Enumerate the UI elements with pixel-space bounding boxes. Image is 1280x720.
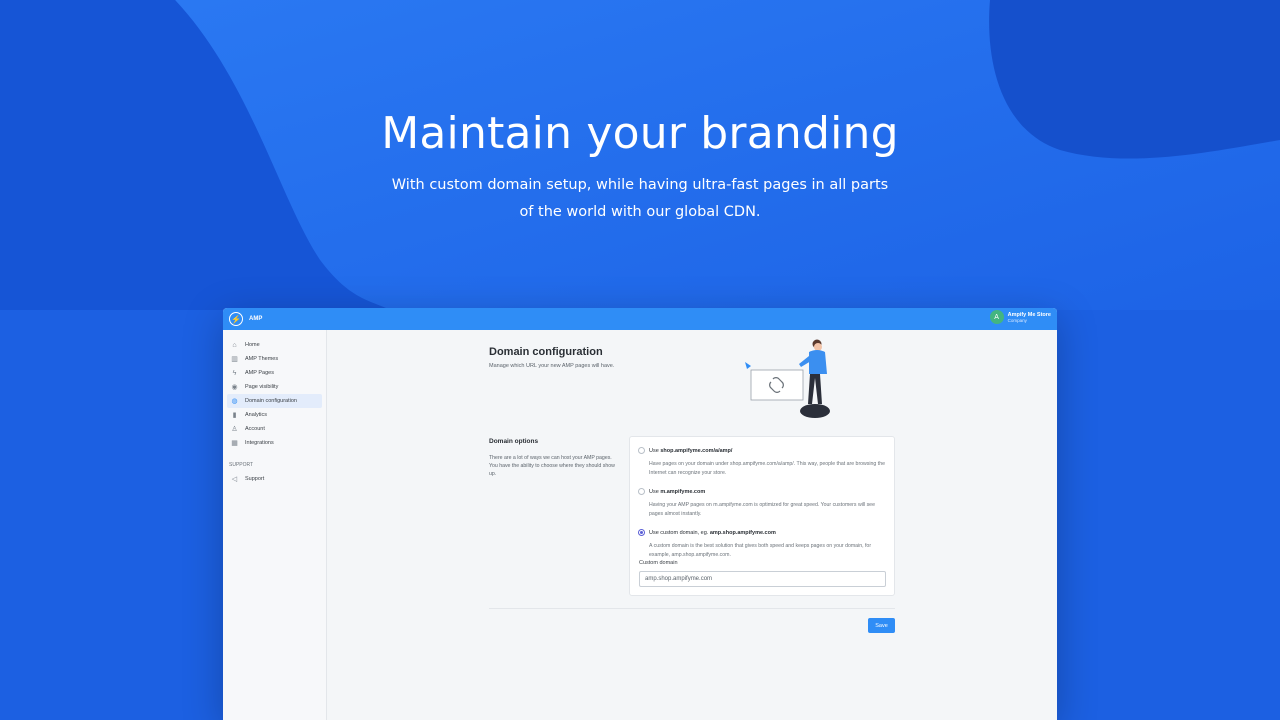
sidebar-item-label: Account <box>245 426 265 432</box>
store-switcher[interactable]: A Ampify Me Store Company <box>989 310 1051 324</box>
sidebar-item-label: Integrations <box>245 440 274 446</box>
page-description: Manage which URL your new AMP pages will… <box>489 363 615 369</box>
page-title: Domain configuration <box>489 346 603 358</box>
bar-chart-icon: ▮ <box>232 411 237 419</box>
avatar: A <box>989 310 1004 324</box>
option-help: Have pages on your domain under shop.amp… <box>649 461 885 476</box>
option-help: Having your AMP pages on m.ampifyme.com … <box>649 502 875 517</box>
sidebar-item-label: AMP Pages <box>245 370 274 376</box>
top-bar: ⚡ AMP A Ampify Me Store Company <box>223 308 1057 330</box>
sidebar-item-label: Support <box>245 476 265 482</box>
store-icon: ▥ <box>231 355 238 363</box>
option-subdomain[interactable]: Use m.ampifyme.com <box>638 488 705 495</box>
store-role: Company <box>1007 317 1027 323</box>
sidebar-item-support[interactable]: ◁ Support <box>227 472 322 486</box>
sidebar-item-account[interactable]: ♙ Account <box>227 422 322 436</box>
eye-icon: ◉ <box>231 383 238 391</box>
hero-title: Maintain your branding <box>381 108 899 159</box>
user-icon: ♙ <box>231 425 238 433</box>
option-prefix: Use custom domain, eg. <box>649 529 710 536</box>
bolt-icon: ϟ <box>232 369 237 377</box>
sidebar-item-label: Analytics <box>245 412 268 418</box>
divider <box>489 608 895 609</box>
sidebar-item-label: Page visibility <box>245 384 279 390</box>
amp-logo-icon[interactable]: ⚡ <box>229 312 243 326</box>
sidebar-item-analytics[interactable]: ▮ Analytics <box>227 408 322 422</box>
domain-options-card: Use shop.ampifyme.com/a/amp/ Have pages … <box>629 436 895 596</box>
option-subpath[interactable]: Use shop.ampifyme.com/a/amp/ <box>638 447 732 454</box>
sidebar-item-label: AMP Themes <box>245 356 279 362</box>
sidebar-item-integrations[interactable]: ▦ Integrations <box>227 436 322 450</box>
domain-options-title: Domain options <box>489 438 539 445</box>
sidebar-item-domain-configuration[interactable]: ◍ Domain configuration <box>227 394 322 408</box>
option-value: shop.ampifyme.com/a/amp/ <box>660 447 733 454</box>
app-name: AMP <box>249 316 263 322</box>
support-section-heading: SUPPORT <box>229 462 254 468</box>
sidebar-item-label: Home <box>245 342 260 348</box>
sidebar-item-amp-pages[interactable]: ϟ AMP Pages <box>227 366 322 380</box>
radio-subpath[interactable] <box>638 447 645 454</box>
sidebar-item-label: Domain configuration <box>245 398 297 404</box>
radio-subdomain[interactable] <box>638 488 645 495</box>
option-help: A custom domain is the best solution tha… <box>649 543 872 558</box>
option-prefix: Use <box>649 447 661 454</box>
home-icon: ⌂ <box>232 341 237 349</box>
main-content: Domain configuration Manage which URL yo… <box>327 330 1057 720</box>
sidebar: ⌂ Home ▥ AMP Themes ϟ AMP Pages ◉ Page v… <box>223 330 327 720</box>
custom-domain-label: Custom domain <box>639 560 678 566</box>
app-window: ⚡ AMP A Ampify Me Store Company ⌂ Home ▥… <box>223 308 1057 720</box>
megaphone-icon: ◁ <box>231 475 238 483</box>
option-value: m.ampifyme.com <box>660 488 706 495</box>
custom-domain-input[interactable]: amp.shop.ampifyme.com <box>639 571 886 587</box>
option-custom-domain[interactable]: Use custom domain, eg. amp.shop.ampifyme… <box>638 529 776 536</box>
option-value: amp.shop.ampifyme.com <box>709 529 776 536</box>
globe-icon: ◍ <box>231 397 238 405</box>
radio-custom-domain[interactable] <box>638 529 645 536</box>
domain-illustration <box>745 339 830 418</box>
apps-icon: ▦ <box>231 439 238 447</box>
option-prefix: Use <box>649 488 661 495</box>
hero-subtitle: With custom domain setup, while having u… <box>391 177 889 220</box>
domain-options-description: There are a lot of ways we can host your… <box>489 455 615 477</box>
sidebar-item-amp-themes[interactable]: ▥ AMP Themes <box>227 352 322 366</box>
sidebar-item-home[interactable]: ⌂ Home <box>227 338 322 352</box>
sidebar-item-page-visibility[interactable]: ◉ Page visibility <box>227 380 322 394</box>
save-button[interactable]: Save <box>868 618 895 633</box>
